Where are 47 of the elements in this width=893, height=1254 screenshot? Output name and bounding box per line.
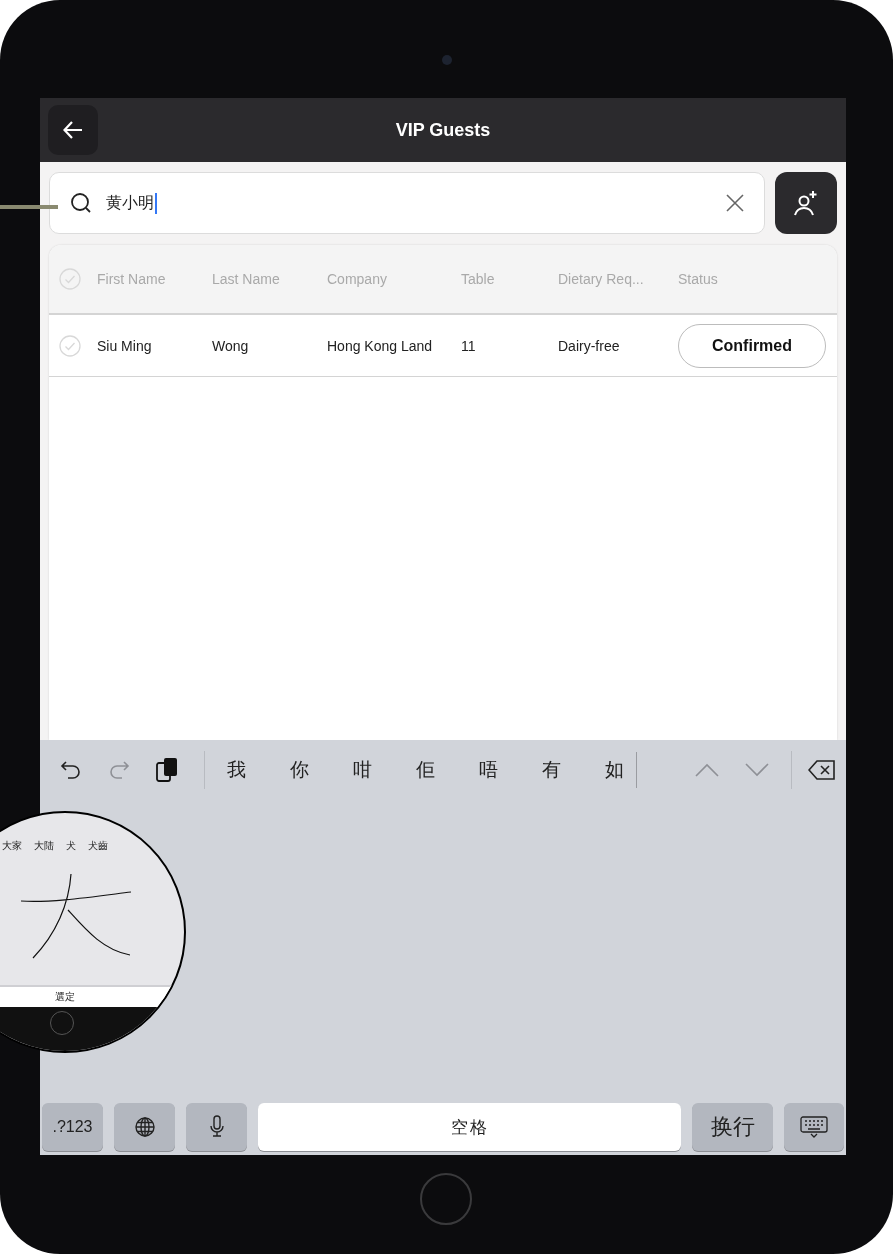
candidate-word[interactable]: 大家 [2,839,22,853]
column-header: Last Name [212,271,281,287]
keyboard-icon [800,1116,828,1138]
search-field[interactable]: 黄小明 [49,172,765,234]
candidate-character[interactable]: 佢 [394,757,457,783]
delete-icon[interactable] [808,760,836,780]
page-title: VIP Guests [395,119,491,141]
hide-keyboard-key[interactable] [784,1103,844,1151]
column-header: Status [678,271,719,287]
candidate-character[interactable]: 如 [583,757,646,783]
table-cell-text: 11 [461,337,477,354]
camera-dot [442,55,452,65]
column-header: Table [461,271,496,287]
space-key[interactable]: 空格 [258,1103,681,1151]
candidate-character[interactable]: 唔 [457,757,520,783]
paste-icon[interactable] [156,757,178,783]
candidate-word[interactable]: 犬 [66,839,76,853]
add-guest-button[interactable] [775,172,837,234]
column-header: First Name [97,271,167,287]
globe-icon [133,1116,156,1138]
column-header: Dietary Req... [558,271,645,287]
search-icon [70,192,92,214]
candidate-character[interactable]: 我 [205,757,268,783]
column-header: Company [327,271,388,287]
microphone-icon [208,1115,225,1139]
candidate-word[interactable]: 大陆 [34,839,54,853]
candidate-character[interactable]: 你 [268,757,331,783]
select-all-checkbox[interactable] [59,268,81,290]
table-cell-text: Hong Kong Land [327,337,434,354]
return-key[interactable]: 换行 [692,1103,773,1151]
table-cell-text: Siu Ming [97,337,153,354]
table-cell-text: Wong [212,337,250,354]
numbers-key[interactable]: .?123 [42,1103,103,1151]
add-person-icon [793,189,819,217]
status-button[interactable]: Confirmed [678,323,826,368]
undo-icon[interactable] [60,760,82,780]
search-value: 黄小明 [106,192,157,214]
candidate-word[interactable]: 犬齒 [88,839,108,853]
globe-key[interactable] [114,1103,175,1151]
table-cell-text: Dairy-free [558,337,621,354]
candidate-character[interactable]: 有 [520,757,583,783]
back-arrow-icon [63,121,83,139]
candidate-character[interactable]: 咁 [331,757,394,783]
row-checkbox[interactable] [59,334,81,357]
clear-icon[interactable] [726,194,744,212]
dictation-key[interactable] [186,1103,247,1151]
back-button[interactable] [48,105,98,155]
